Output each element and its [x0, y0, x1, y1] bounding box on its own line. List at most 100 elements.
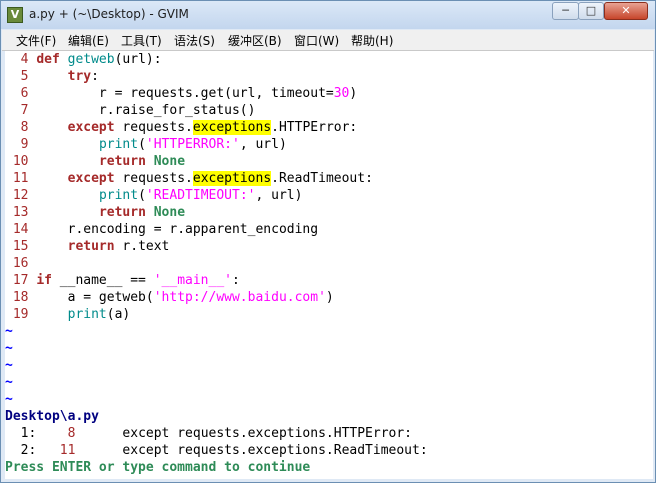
string-token: '__main__' — [153, 273, 232, 288]
code-line[interactable]: 13 return None — [5, 204, 185, 221]
code-line[interactable]: 11 except requests.exceptions.ReadTimeou… — [5, 170, 373, 187]
code-text: : — [232, 273, 240, 288]
code-line[interactable]: 12 print('READTIMEOUT:', url) — [5, 187, 303, 204]
keyword-token: if — [36, 273, 52, 288]
code-line[interactable]: 15 return r.text — [5, 238, 170, 255]
keyword-token: return — [67, 239, 115, 254]
code-line[interactable]: 14 r.encoding = r.apparent_encoding — [5, 221, 318, 238]
code-line[interactable]: 17 if __name__ == '__main__': — [5, 272, 240, 289]
empty-buffer-line[interactable]: ~ — [5, 357, 13, 374]
gvim-icon[interactable]: V — [7, 7, 23, 23]
line-number: 18 — [5, 290, 37, 305]
menu-window[interactable]: 窗口(W) — [294, 32, 339, 49]
keyword-token: try — [67, 69, 92, 84]
code-line[interactable]: 19 print(a) — [5, 306, 130, 323]
empty-buffer-line[interactable]: ~ — [5, 391, 13, 408]
quickfix-line-number: 8 — [51, 426, 123, 441]
command-prompt[interactable]: Press ENTER or type command to continue — [5, 459, 310, 476]
tilde-marker: ~ — [5, 324, 13, 339]
line-number: 13 — [5, 205, 37, 220]
search-highlight: exceptions — [192, 120, 272, 135]
string-token: 'READTIMEOUT:' — [145, 188, 256, 203]
code-line[interactable]: 9 print('HTTPERROR:', url) — [5, 136, 287, 153]
menu-help[interactable]: 帮助(H) — [351, 32, 393, 49]
string-token: 'http://www.baidu.com' — [153, 290, 326, 305]
keyword-token: return — [98, 205, 146, 220]
quickfix-entry[interactable]: 2: 11 except requests.exceptions.ReadTim… — [5, 442, 428, 459]
code-line[interactable]: 18 a = getweb('http://www.baidu.com') — [5, 289, 334, 306]
code-text: .ReadTimeout: — [271, 171, 373, 186]
maximize-button[interactable]: □ — [578, 2, 604, 20]
function-token: print — [67, 307, 107, 322]
code-text: __name__ == — [51, 273, 154, 288]
line-number: 9 — [5, 137, 37, 152]
code-text: a = getweb( — [36, 290, 154, 305]
code-line[interactable]: 4 def getweb(url): — [5, 51, 162, 68]
menu-syntax[interactable]: 语法(S) — [174, 32, 215, 49]
quickfix-line-number: 11 — [51, 443, 123, 458]
code-line[interactable]: 8 except requests.exceptions.HTTPError: — [5, 119, 357, 136]
gvim-window: V a.py + (~\Desktop) - GVIM ─ □ ✕ 文件(F) … — [0, 0, 656, 483]
code-text: , url) — [239, 137, 287, 152]
code-text: r = requests.get(url, timeout= — [36, 86, 334, 101]
constant-token: None — [153, 154, 186, 169]
line-number: 15 — [5, 239, 37, 254]
title-bar[interactable]: V a.py + (~\Desktop) - GVIM ─ □ ✕ — [1, 1, 655, 29]
line-number: 14 — [5, 222, 37, 237]
keyword-token: return — [98, 154, 146, 169]
menu-edit[interactable]: 编辑(E) — [68, 32, 109, 49]
quickfix-text: except requests.exceptions.ReadTimeout: — [122, 443, 428, 458]
menu-file[interactable]: 文件(F) — [16, 32, 56, 49]
line-number: 11 — [5, 171, 37, 186]
constant-token: None — [153, 205, 186, 220]
code-text: r.text — [114, 239, 170, 254]
code-text: ) — [325, 290, 334, 305]
menu-buffers[interactable]: 缓冲区(B) — [228, 32, 282, 49]
line-number: 10 — [5, 154, 37, 169]
empty-buffer-line[interactable]: ~ — [5, 340, 13, 357]
quickfix-file-path[interactable]: Desktop\a.py — [5, 408, 99, 425]
minimize-button[interactable]: ─ — [552, 2, 579, 20]
empty-buffer-line[interactable]: ~ — [5, 323, 13, 340]
code-line[interactable]: 16 — [5, 255, 36, 272]
code-text: r.encoding = r.apparent_encoding — [36, 222, 319, 237]
tilde-marker: ~ — [5, 341, 13, 356]
quickfix-index: 2: — [5, 443, 52, 458]
keyword-token: except — [67, 171, 115, 186]
editor-area[interactable]: 4 def getweb(url): 5 try: 6 r = requests… — [5, 51, 653, 479]
line-number: 12 — [5, 188, 37, 203]
function-token: getweb — [67, 52, 115, 67]
line-number: 17 — [5, 273, 37, 288]
code-text: (url): — [114, 52, 162, 67]
window-title: a.py + (~\Desktop) - GVIM — [29, 7, 189, 21]
line-number: 4 — [5, 52, 37, 67]
code-text: requests. — [114, 171, 193, 186]
tilde-marker: ~ — [5, 375, 13, 390]
keyword-token: except — [67, 120, 115, 135]
line-number: 19 — [5, 307, 37, 322]
code-line[interactable]: 6 r = requests.get(url, timeout=30) — [5, 85, 358, 102]
empty-buffer-line[interactable]: ~ — [5, 374, 13, 391]
menu-tools[interactable]: 工具(T) — [121, 32, 162, 49]
line-number: 16 — [5, 256, 37, 271]
code-text: (a) — [106, 307, 131, 322]
code-text: ) — [349, 86, 358, 101]
code-text: : — [91, 69, 99, 84]
code-line[interactable]: 5 try: — [5, 68, 99, 85]
code-line[interactable]: 10 return None — [5, 153, 185, 170]
quickfix-index: 1: — [5, 426, 52, 441]
close-button[interactable]: ✕ — [604, 2, 648, 20]
code-text: , url) — [255, 188, 303, 203]
string-token: 'HTTPERROR:' — [145, 137, 240, 152]
quickfix-entry[interactable]: 1: 8 except requests.exceptions.HTTPErro… — [5, 425, 412, 442]
file-path: Desktop\a.py — [5, 409, 99, 424]
code-line[interactable]: 7 r.raise_for_status() — [5, 102, 256, 119]
